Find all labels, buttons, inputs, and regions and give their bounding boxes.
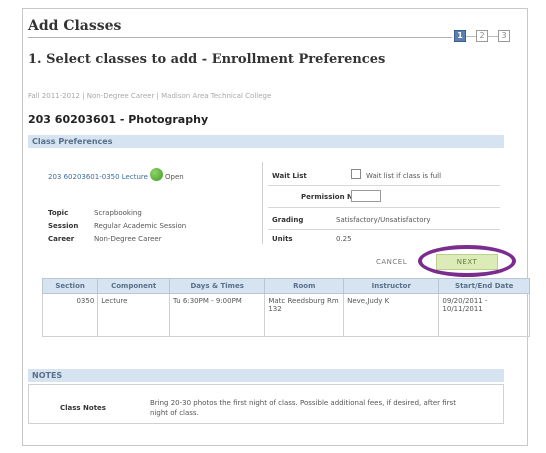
class-section-table: Section Component Days & Times Room Inst… [41, 278, 530, 337]
units-value: 0.25 [336, 235, 352, 243]
class-section-link[interactable]: 203 60203601-0350 Lecture [48, 173, 148, 181]
step-1-icon: 1 [454, 30, 466, 42]
table-row: 0350 Lecture Tu 6:30PM - 9:00PM Matc Ree… [41, 293, 530, 337]
col-days-times: Days & Times [169, 278, 266, 294]
section-heading: 1. Select classes to add - Enrollment Pr… [28, 52, 386, 67]
col-component: Component [97, 278, 171, 294]
col-room: Room [264, 278, 345, 294]
session-value: Regular Academic Session [94, 222, 187, 230]
permission-number-input[interactable] [351, 190, 381, 202]
col-instructor: Instructor [343, 278, 440, 294]
cell-room: Matc Reedsburg Rm 132 [264, 293, 345, 337]
cell-instructor: Neve,Judy K [343, 293, 440, 337]
session-label: Session [48, 222, 79, 230]
term-info: Fall 2011-2012 | Non-Degree Career | Mad… [28, 92, 272, 100]
col-start-end-date: Start/End Date [438, 278, 530, 294]
cell-component: Lecture [97, 293, 171, 337]
topic-value: Scrapbooking [94, 209, 142, 217]
units-label: Units [272, 235, 293, 243]
wait-list-checkbox-label: Wait list if class is full [366, 172, 442, 180]
cell-days-times: Tu 6:30PM - 9:00PM [169, 293, 266, 337]
col-section: Section [41, 278, 99, 294]
class-notes-label: Class Notes [60, 404, 106, 412]
status-label: Open [165, 173, 184, 181]
cell-dates: 09/20/2011 - 10/11/2011 [438, 293, 530, 337]
title-divider [28, 37, 452, 38]
step-3-icon: 3 [498, 30, 510, 42]
cancel-button[interactable]: CANCEL [376, 258, 407, 266]
career-value: Non-Degree Career [94, 235, 162, 243]
notes-header: NOTES [28, 369, 504, 382]
class-preferences-header: Class Preferences [28, 135, 504, 148]
table-header-row: Section Component Days & Times Room Inst… [41, 278, 530, 294]
course-title: 203 60203601 - Photography [28, 113, 209, 126]
class-notes-text: Bring 20-30 photos the first night of cl… [150, 399, 456, 417]
wait-list-checkbox[interactable] [351, 169, 361, 179]
step-2-icon: 2 [476, 30, 488, 42]
page-title: Add Classes [28, 18, 122, 34]
cell-section: 0350 [41, 293, 99, 337]
topic-label: Topic [48, 209, 69, 217]
highlight-oval [418, 245, 516, 277]
grading-label: Grading [272, 216, 304, 224]
wait-list-label: Wait List [272, 172, 307, 180]
open-status-icon [150, 168, 163, 181]
grading-value: Satisfactory/Unsatisfactory [336, 216, 431, 224]
career-label: Career [48, 235, 75, 243]
